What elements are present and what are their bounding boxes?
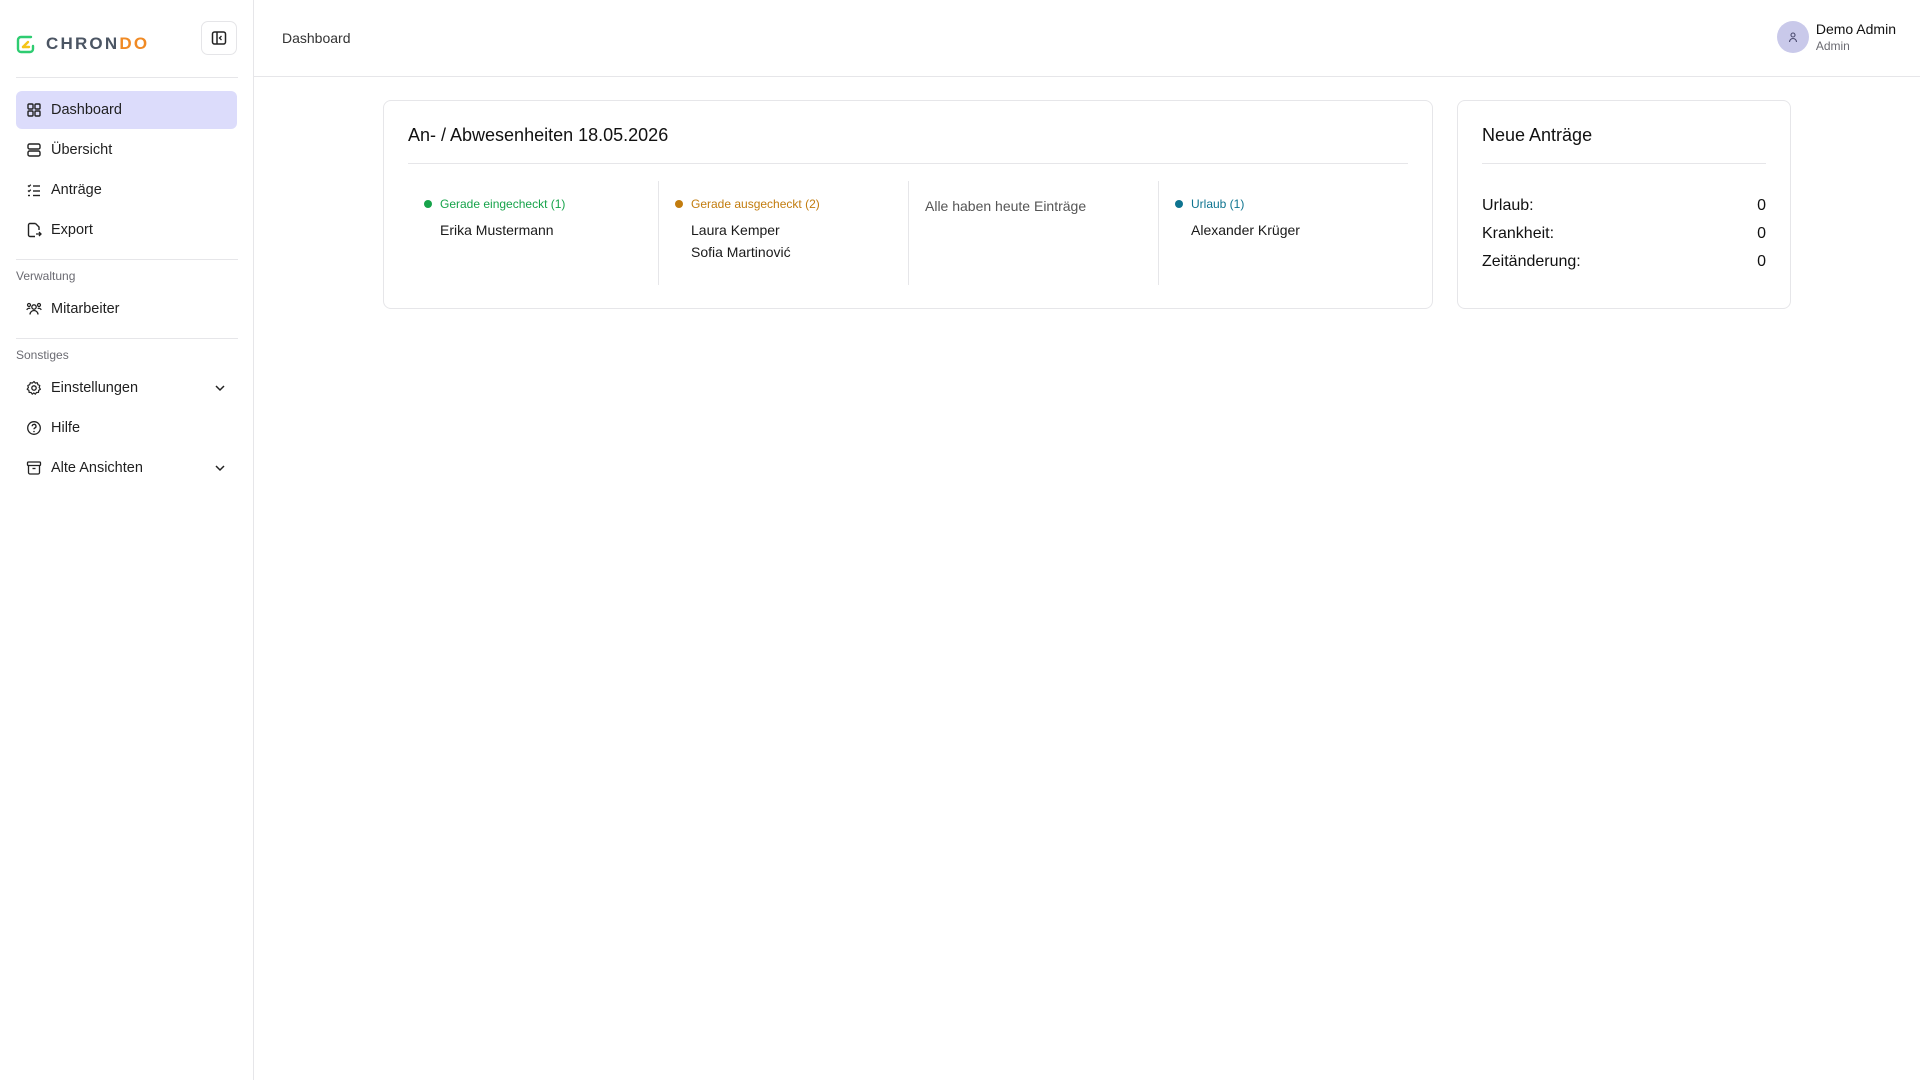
sidebar-toggle-icon bbox=[211, 31, 227, 45]
help-circle-icon bbox=[26, 420, 42, 436]
status-dot bbox=[675, 200, 683, 208]
request-row-krankheit: Krankheit: 0 bbox=[1482, 225, 1766, 243]
user-role: Admin bbox=[1815, 39, 1850, 53]
file-export-icon bbox=[26, 222, 42, 238]
request-count: 0 bbox=[1757, 225, 1766, 242]
sidebar-item-label: Anträge bbox=[51, 182, 102, 198]
status-dot bbox=[1175, 200, 1183, 208]
sidebar-item-label: Alte Ansichten bbox=[51, 460, 143, 476]
logo-text-part2: DO bbox=[119, 34, 150, 53]
entries-column: Alle haben heute Einträge bbox=[908, 181, 1158, 285]
sidebar-item-dashboard[interactable]: Dashboard bbox=[16, 91, 237, 129]
sidebar: CHRONDO Dashboard Übersicht Anträge Expo… bbox=[0, 0, 254, 1080]
gear-icon bbox=[26, 380, 42, 396]
sidebar-divider bbox=[16, 259, 238, 260]
sidebar-toggle-button[interactable] bbox=[201, 21, 237, 55]
checked-out-header: Gerade ausgecheckt (2) bbox=[675, 197, 820, 211]
section-label-sonstiges: Sonstiges bbox=[16, 348, 69, 362]
sidebar-item-label: Export bbox=[51, 222, 93, 238]
sidebar-item-label: Dashboard bbox=[51, 102, 122, 118]
breadcrumb[interactable]: Dashboard bbox=[282, 30, 351, 46]
request-label: Krankheit: bbox=[1482, 225, 1555, 242]
sidebar-divider bbox=[16, 338, 238, 339]
requests-title: Neue Anträge bbox=[1482, 125, 1593, 145]
chrondo-logo-icon bbox=[16, 35, 35, 54]
request-row-urlaub: Urlaub: 0 bbox=[1482, 197, 1766, 215]
status-dot bbox=[424, 200, 432, 208]
checked-in-label: Gerade eingecheckt (1) bbox=[440, 197, 566, 211]
sidebar-item-label: Hilfe bbox=[51, 420, 81, 436]
checked-in-column: Gerade eingecheckt (1) Erika Mustermann bbox=[408, 181, 658, 285]
users-icon bbox=[26, 301, 42, 317]
chevron-down-icon bbox=[215, 465, 225, 472]
server-icon bbox=[26, 142, 42, 158]
list-check-icon bbox=[26, 182, 42, 198]
vacation-name: Alexander Krüger bbox=[1191, 222, 1300, 238]
logo-text: CHRONDO bbox=[46, 34, 149, 54]
request-count: 0 bbox=[1757, 197, 1766, 214]
requests-card: Neue Anträge Urlaub: 0 Krankheit: 0 Zeit… bbox=[1457, 100, 1791, 309]
card-divider bbox=[1482, 163, 1766, 164]
user-menu[interactable]: Demo Admin Admin bbox=[1776, 20, 1896, 54]
user-info: Demo Admin Admin bbox=[1816, 20, 1896, 54]
request-label: Urlaub: bbox=[1482, 197, 1534, 214]
sidebar-item-uebersicht[interactable]: Übersicht bbox=[16, 131, 237, 169]
card-divider bbox=[408, 163, 1408, 164]
sidebar-item-export[interactable]: Export bbox=[16, 211, 237, 249]
sidebar-item-mitarbeiter[interactable]: Mitarbeiter bbox=[16, 290, 237, 328]
sidebar-item-label: Übersicht bbox=[51, 142, 113, 158]
request-count: 0 bbox=[1757, 253, 1766, 270]
grid-icon bbox=[26, 102, 42, 118]
checked-out-name: Laura Kemper bbox=[691, 222, 780, 238]
checked-out-label: Gerade ausgecheckt (2) bbox=[691, 197, 820, 211]
entries-text: Alle haben heute Einträge bbox=[925, 198, 1087, 214]
checked-in-name: Erika Mustermann bbox=[440, 222, 554, 238]
topbar: Dashboard Demo Admin Admin bbox=[254, 0, 1920, 77]
sidebar-item-label: Mitarbeiter bbox=[51, 301, 120, 317]
archive-icon bbox=[26, 460, 42, 476]
user-icon bbox=[1788, 32, 1797, 43]
checked-out-column: Gerade ausgecheckt (2) Laura Kemper Sofi… bbox=[658, 181, 908, 285]
checked-in-header: Gerade eingecheckt (1) bbox=[424, 197, 565, 211]
avatar bbox=[1776, 21, 1809, 53]
checked-out-name: Sofia Martinović bbox=[691, 244, 791, 260]
sidebar-divider bbox=[16, 77, 238, 78]
sidebar-header: CHRONDO bbox=[0, 0, 253, 77]
sidebar-item-hilfe[interactable]: Hilfe bbox=[16, 409, 237, 447]
logo[interactable]: CHRONDO bbox=[16, 34, 149, 54]
chevron-down-icon bbox=[215, 385, 225, 392]
vacation-column: Urlaub (1) Alexander Krüger bbox=[1158, 181, 1410, 285]
logo-text-part1: CHRON bbox=[46, 34, 120, 53]
vacation-label: Urlaub (1) bbox=[1191, 197, 1245, 211]
sidebar-item-einstellungen[interactable]: Einstellungen bbox=[16, 369, 237, 407]
section-label-verwaltung: Verwaltung bbox=[16, 269, 76, 283]
sidebar-item-label: Einstellungen bbox=[51, 380, 139, 396]
sidebar-item-antraege[interactable]: Anträge bbox=[16, 171, 237, 209]
attendance-title: An- / Abwesenheiten 18.05.2026 bbox=[408, 125, 669, 145]
request-label: Zeitänderung: bbox=[1482, 253, 1581, 270]
user-name: Demo Admin bbox=[1815, 21, 1896, 37]
request-row-zeitaenderung: Zeitänderung: 0 bbox=[1482, 253, 1766, 271]
vacation-header: Urlaub (1) bbox=[1175, 197, 1244, 211]
sidebar-item-alte-ansichten[interactable]: Alte Ansichten bbox=[16, 449, 237, 487]
attendance-card: An- / Abwesenheiten 18.05.2026 Gerade ei… bbox=[383, 100, 1433, 309]
